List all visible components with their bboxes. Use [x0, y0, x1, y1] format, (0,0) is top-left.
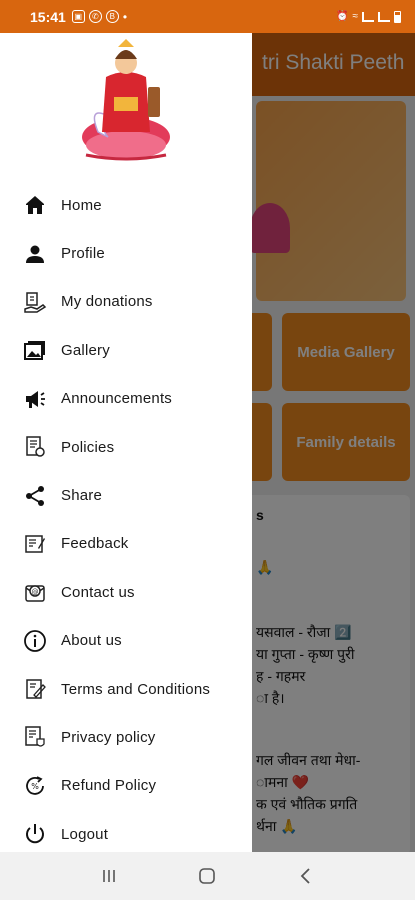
menu-item-profile[interactable]: Profile — [0, 229, 252, 277]
svg-text:%: % — [31, 782, 39, 791]
navigation-drawer: Home Profile My donations Gallery Announ… — [0, 33, 252, 852]
image-icon: ▣ — [71, 10, 85, 23]
person-icon — [22, 241, 48, 267]
svg-text:@: @ — [32, 588, 39, 596]
menu-label: Refund Policy — [61, 777, 157, 795]
menu-item-refund-policy[interactable]: % Refund Policy — [0, 762, 252, 810]
menu-item-privacy-policy[interactable]: Privacy policy — [0, 713, 252, 761]
menu-label: Share — [61, 487, 103, 505]
donation-icon — [22, 289, 48, 315]
feedback-icon — [22, 531, 48, 557]
menu-label: Privacy policy — [61, 728, 156, 746]
wifi-icon: ≈ — [352, 11, 359, 22]
menu-label: Home — [61, 196, 102, 214]
menu-item-share[interactable]: Share — [0, 471, 252, 519]
info-icon — [22, 628, 48, 654]
terms-icon — [22, 676, 48, 702]
menu-label: Policies — [61, 438, 115, 456]
drawer-menu: Home Profile My donations Gallery Announ… — [0, 181, 252, 852]
home-icon — [22, 192, 48, 218]
menu-item-contact-us[interactable]: @ Contact us — [0, 568, 252, 616]
power-icon — [22, 821, 48, 847]
notification-icons: ▣ ✆ B — [71, 10, 119, 23]
menu-item-announcements[interactable]: Announcements — [0, 375, 252, 423]
menu-label: Announcements — [61, 390, 173, 408]
megaphone-icon — [22, 386, 48, 412]
back-icon[interactable] — [286, 861, 326, 891]
privacy-icon — [22, 724, 48, 750]
system-nav-bar — [0, 852, 415, 900]
gallery-icon — [22, 337, 48, 363]
menu-item-feedback[interactable]: Feedback — [0, 520, 252, 568]
menu-label: My donations — [61, 293, 153, 311]
whatsapp-business-icon: B — [105, 10, 119, 23]
alarm-icon: ⏰ — [336, 11, 349, 22]
menu-item-my-donations[interactable]: My donations — [0, 278, 252, 326]
document-icon — [22, 434, 48, 460]
battery-icon — [394, 10, 401, 23]
menu-label: About us — [61, 632, 122, 650]
recent-apps-icon[interactable] — [89, 861, 129, 891]
menu-item-terms-and-conditions[interactable]: Terms and Conditions — [0, 665, 252, 713]
menu-label: Logout — [61, 825, 109, 843]
menu-item-home[interactable]: Home — [0, 181, 252, 229]
system-icons: ⏰ ≈ — [336, 10, 401, 23]
menu-label: Feedback — [61, 535, 129, 553]
signal-icon-2 — [378, 11, 390, 22]
status-bar: 15:41 ▣ ✆ B • ⏰ ≈ — [0, 0, 415, 33]
whatsapp-icon: ✆ — [88, 10, 102, 23]
home-button-icon[interactable] — [187, 861, 227, 891]
menu-label: Contact us — [61, 583, 135, 601]
menu-item-policies[interactable]: Policies — [0, 423, 252, 471]
menu-item-gallery[interactable]: Gallery — [0, 326, 252, 374]
goddess-saraswati-logo — [82, 39, 170, 161]
more-notifications-dot: • — [122, 9, 128, 24]
menu-item-about-us[interactable]: About us — [0, 617, 252, 665]
menu-label: Gallery — [61, 341, 110, 359]
share-icon — [22, 483, 48, 509]
menu-item-logout[interactable]: Logout — [0, 810, 252, 852]
signal-icon — [362, 11, 374, 22]
status-time: 15:41 — [30, 8, 66, 25]
refund-icon: % — [22, 773, 48, 799]
contact-icon: @ — [22, 579, 48, 605]
menu-label: Terms and Conditions — [61, 680, 211, 698]
menu-label: Profile — [61, 245, 105, 263]
